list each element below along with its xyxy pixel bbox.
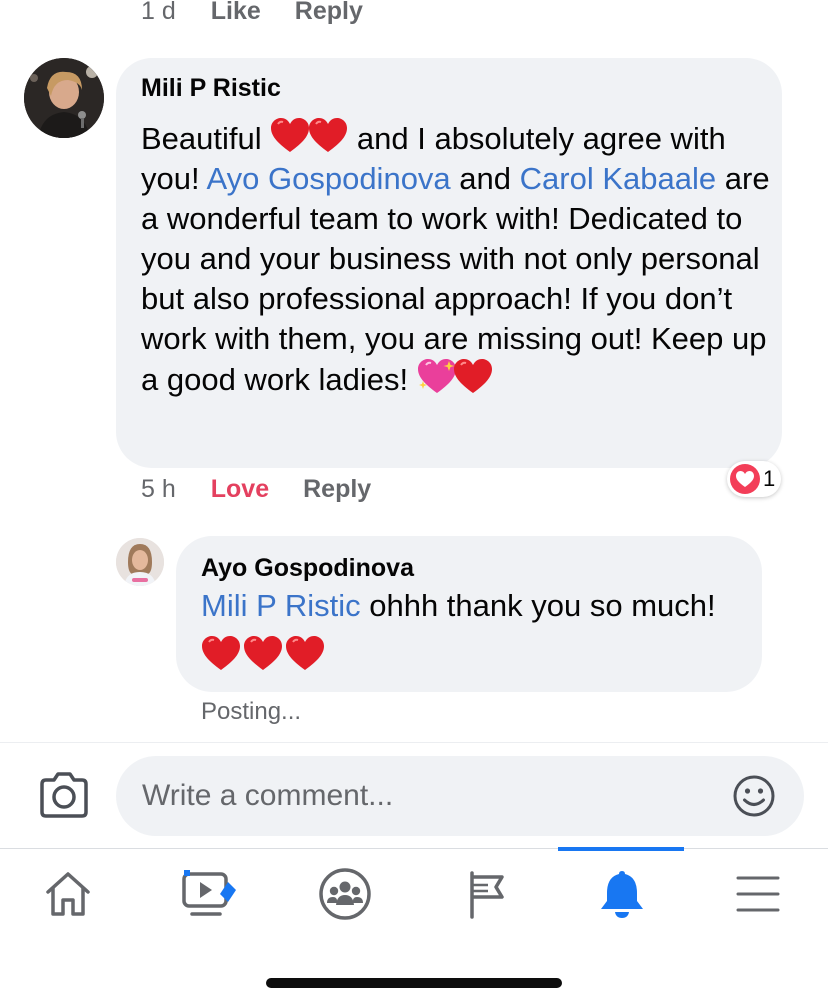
comment-author[interactable]: Mili P Ristic xyxy=(141,74,281,103)
home-indicator[interactable] xyxy=(266,978,562,988)
reaction-count: 1 xyxy=(763,466,776,491)
mention-carol-kabaale[interactable]: Carol Kabaale xyxy=(520,161,716,196)
red-heart-emoji-icon xyxy=(244,636,282,670)
camera-button[interactable] xyxy=(36,770,92,822)
nav-menu[interactable] xyxy=(726,862,790,926)
comment-text-part1: Beautiful xyxy=(141,121,262,156)
comment-text-part3: and xyxy=(459,161,512,196)
red-heart-emoji-icon xyxy=(286,636,324,670)
nav-video[interactable] xyxy=(180,862,244,926)
reply-text: ohhh thank you so much! xyxy=(369,588,716,623)
notifications-bell-icon xyxy=(601,871,643,918)
video-icon xyxy=(182,870,236,916)
reply-bubble[interactable]: Ayo Gospodinova Mili P Ristic ohhh thank… xyxy=(176,536,762,692)
red-heart-emoji-icon xyxy=(309,118,348,152)
reply-emoji-row xyxy=(201,636,325,672)
reply-button[interactable]: Reply xyxy=(303,475,371,504)
composer-divider xyxy=(0,742,828,743)
menu-icon xyxy=(736,876,780,912)
nav-groups[interactable] xyxy=(313,862,377,926)
replier-avatar-image xyxy=(116,538,164,586)
comment-body: Beautiful and I absolutely agree with yo… xyxy=(141,118,771,400)
pages-flag-icon xyxy=(470,871,504,919)
mention-ayo-gospodinova[interactable]: Ayo Gospodinova xyxy=(207,161,451,196)
emoji-button[interactable] xyxy=(732,774,776,818)
nav-notifications[interactable] xyxy=(590,862,654,926)
previous-comment-actions: 1 d Like Reply xyxy=(141,0,363,28)
mention-mili-p-ristic[interactable]: Mili P Ristic xyxy=(201,588,361,623)
active-tab-indicator xyxy=(558,847,684,851)
groups-icon xyxy=(319,868,371,920)
red-heart-emoji-icon xyxy=(271,118,310,152)
red-heart-emoji-icon xyxy=(202,636,240,670)
love-button[interactable]: Love xyxy=(211,475,269,504)
reaction-summary[interactable]: 1 xyxy=(727,461,782,497)
replier-avatar[interactable] xyxy=(116,538,164,586)
reply-status: Posting... xyxy=(201,698,302,725)
comment-time: 5 h xyxy=(141,474,176,503)
camera-icon xyxy=(40,772,88,818)
commenter-avatar-image xyxy=(24,58,104,138)
comment-actions: 5 h Love Reply xyxy=(141,472,371,506)
nav-pages[interactable] xyxy=(452,862,516,926)
commenter-avatar[interactable] xyxy=(24,58,104,138)
nav-home[interactable] xyxy=(36,862,100,926)
sparkling-heart-emoji-icon xyxy=(417,359,456,393)
reply-author[interactable]: Ayo Gospodinova xyxy=(201,554,414,583)
red-heart-emoji-icon xyxy=(453,359,492,393)
home-icon xyxy=(46,872,90,916)
previous-comment-reply-button[interactable]: Reply xyxy=(295,0,363,26)
smiley-icon xyxy=(733,775,775,817)
comment-input[interactable] xyxy=(116,756,696,836)
nav-divider xyxy=(0,848,828,849)
comment-composer[interactable] xyxy=(116,756,804,836)
previous-comment-time: 1 d xyxy=(141,0,176,25)
previous-comment-like-button[interactable]: Like xyxy=(211,0,261,26)
comment-bubble[interactable]: Mili P Ristic Beautiful and I absolutely… xyxy=(116,58,782,468)
love-reaction-icon xyxy=(730,464,760,494)
reply-body: Mili P Ristic ohhh thank you so much! xyxy=(201,586,751,626)
